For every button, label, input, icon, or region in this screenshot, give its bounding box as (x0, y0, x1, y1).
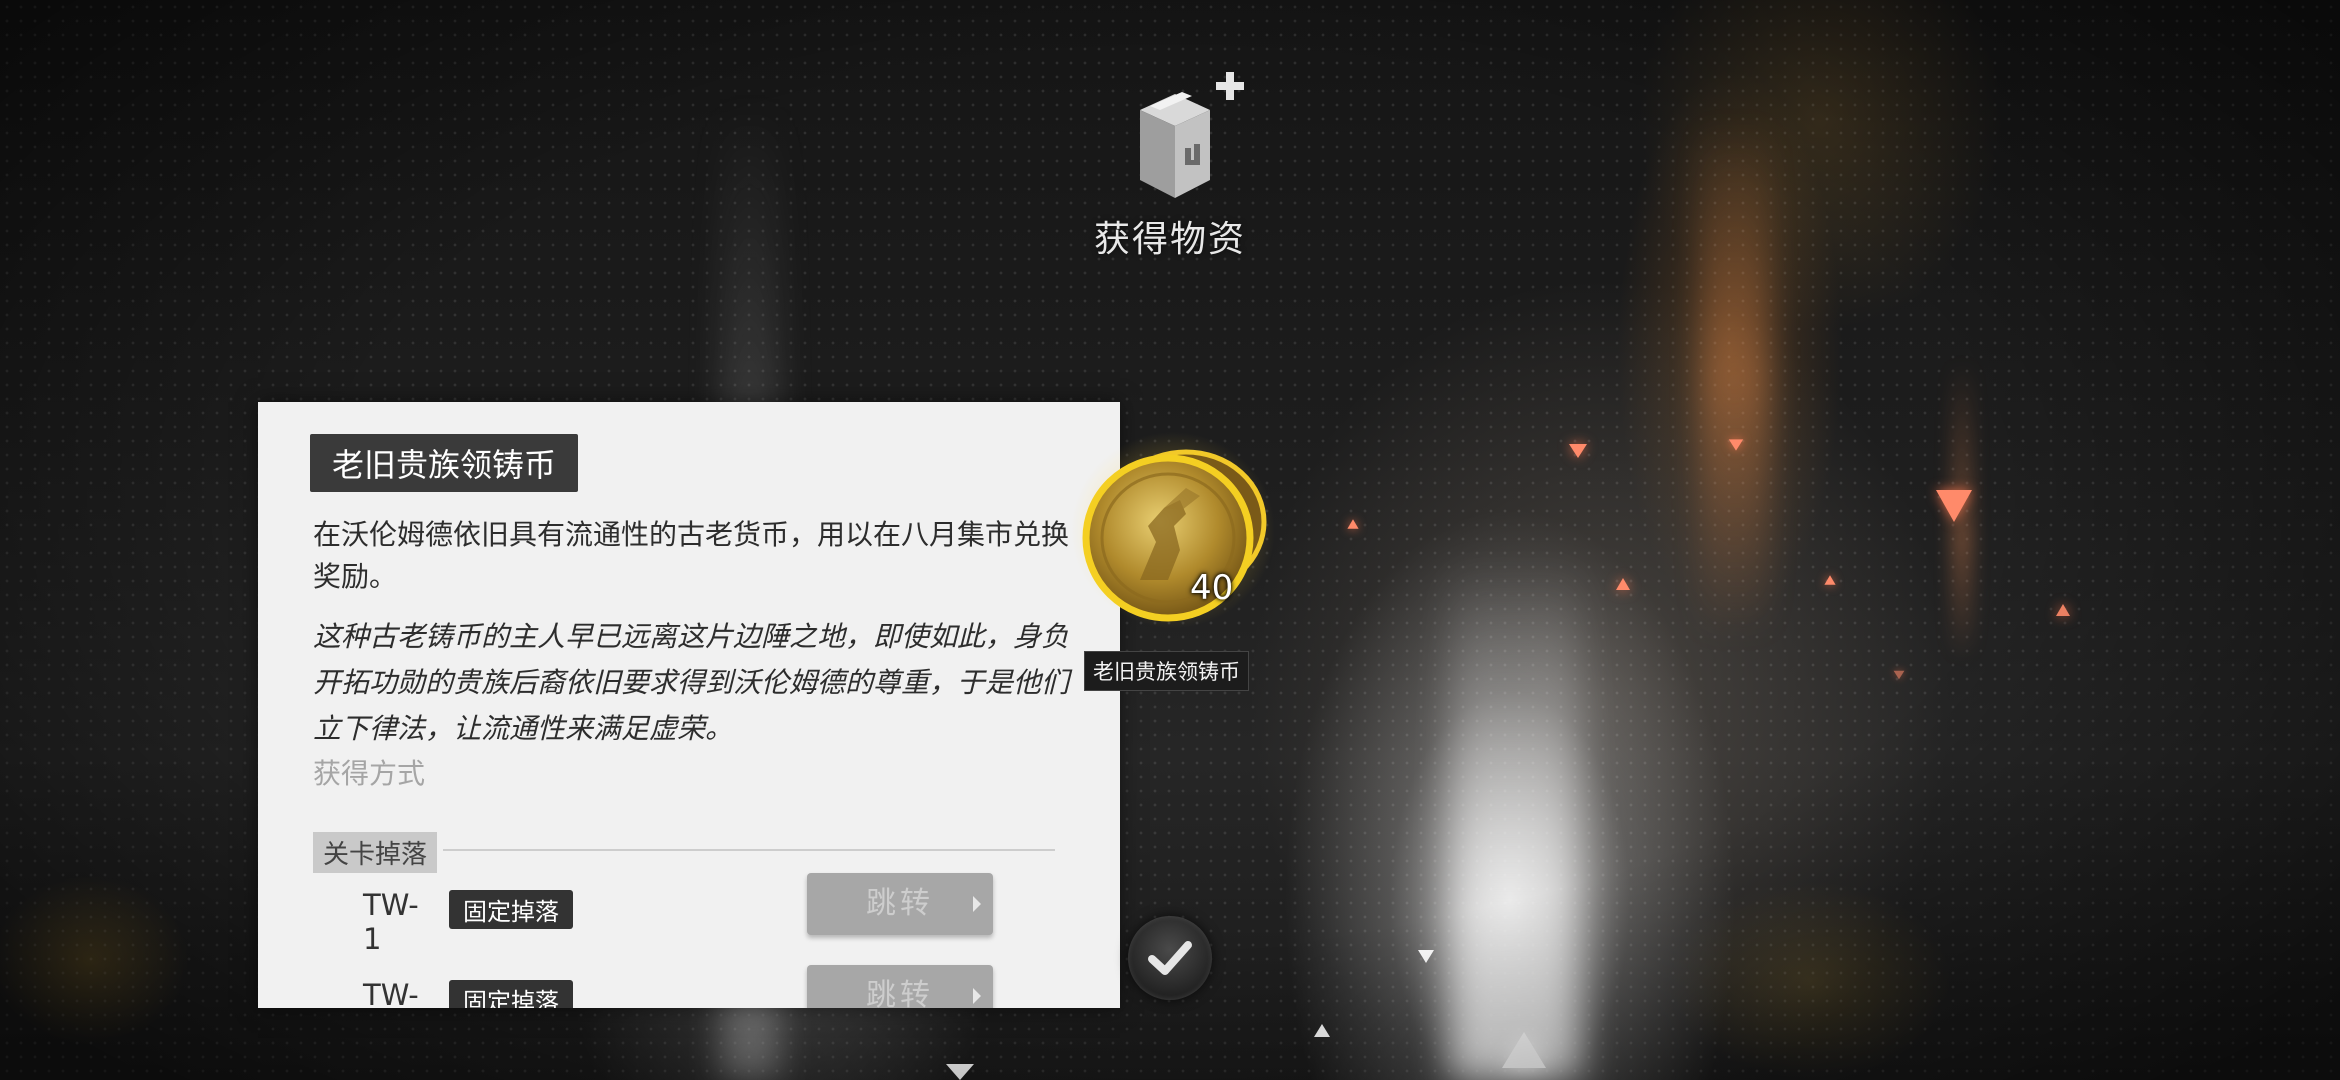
jump-button[interactable]: 跳转 (807, 965, 993, 1008)
reward-count: 40 (1190, 568, 1234, 608)
particle-triangle (1936, 490, 1972, 522)
section-divider (443, 849, 1055, 851)
jump-button-label: 跳转 (866, 886, 934, 921)
particle-triangle (1347, 519, 1359, 529)
light-beam-orange (1700, 120, 1770, 640)
header-label: 获得物资 (1093, 219, 1246, 260)
particle-triangle (1728, 439, 1744, 451)
particle-triangle (1314, 1024, 1330, 1037)
obtain-method-label: 获得方式 (313, 757, 426, 790)
obtained-supplies-header: 获得物资 (1070, 70, 1270, 262)
chevron-right-icon (973, 988, 981, 1004)
particle-triangle (1569, 444, 1587, 458)
item-lore: 这种古老铸币的主人早已远离这片边陲之地，即使如此，身负开拓功勋的贵族后裔依旧要求… (313, 620, 1070, 745)
drop-type-badge: 固定掉落 (449, 980, 573, 1008)
confirm-button[interactable] (1128, 916, 1212, 1000)
checkmark-icon (1148, 941, 1192, 975)
item-title: 老旧贵族领铸币 (310, 434, 579, 492)
particle-triangle (1418, 950, 1434, 963)
particle-triangle (1502, 1032, 1546, 1068)
particle-triangle (1824, 575, 1836, 585)
light-beam-center (1450, 560, 1580, 1080)
particle-triangle (1616, 578, 1630, 590)
item-description: 在沃伦姆德依旧具有流通性的古老货币，用以在八月集市兑换奖励。 (313, 518, 1070, 593)
reward-item[interactable] (1068, 430, 1278, 630)
jump-button[interactable]: 跳转 (807, 873, 993, 935)
particle-triangle (946, 1064, 974, 1080)
drop-type-badge: 固定掉落 (449, 890, 573, 929)
reward-name-label: 老旧贵族领铸币 (1084, 651, 1249, 691)
stage-code: TW-1 (363, 888, 419, 956)
source-section-tag: 关卡掉落 (313, 832, 438, 873)
item-detail-panel[interactable]: 老旧贵族领铸币 在沃伦姆德依旧具有流通性的古老货币，用以在八月集市兑换奖励。 这… (258, 402, 1120, 1008)
jump-button-label: 跳转 (866, 978, 934, 1008)
particle-triangle (2056, 604, 2070, 616)
supply-box-plus-icon (1140, 72, 1244, 198)
particle-triangle (1893, 670, 1905, 680)
stage-code: TW-2 (363, 978, 419, 1008)
gold-coin-icon (1071, 432, 1275, 628)
chevron-right-icon (973, 896, 981, 912)
